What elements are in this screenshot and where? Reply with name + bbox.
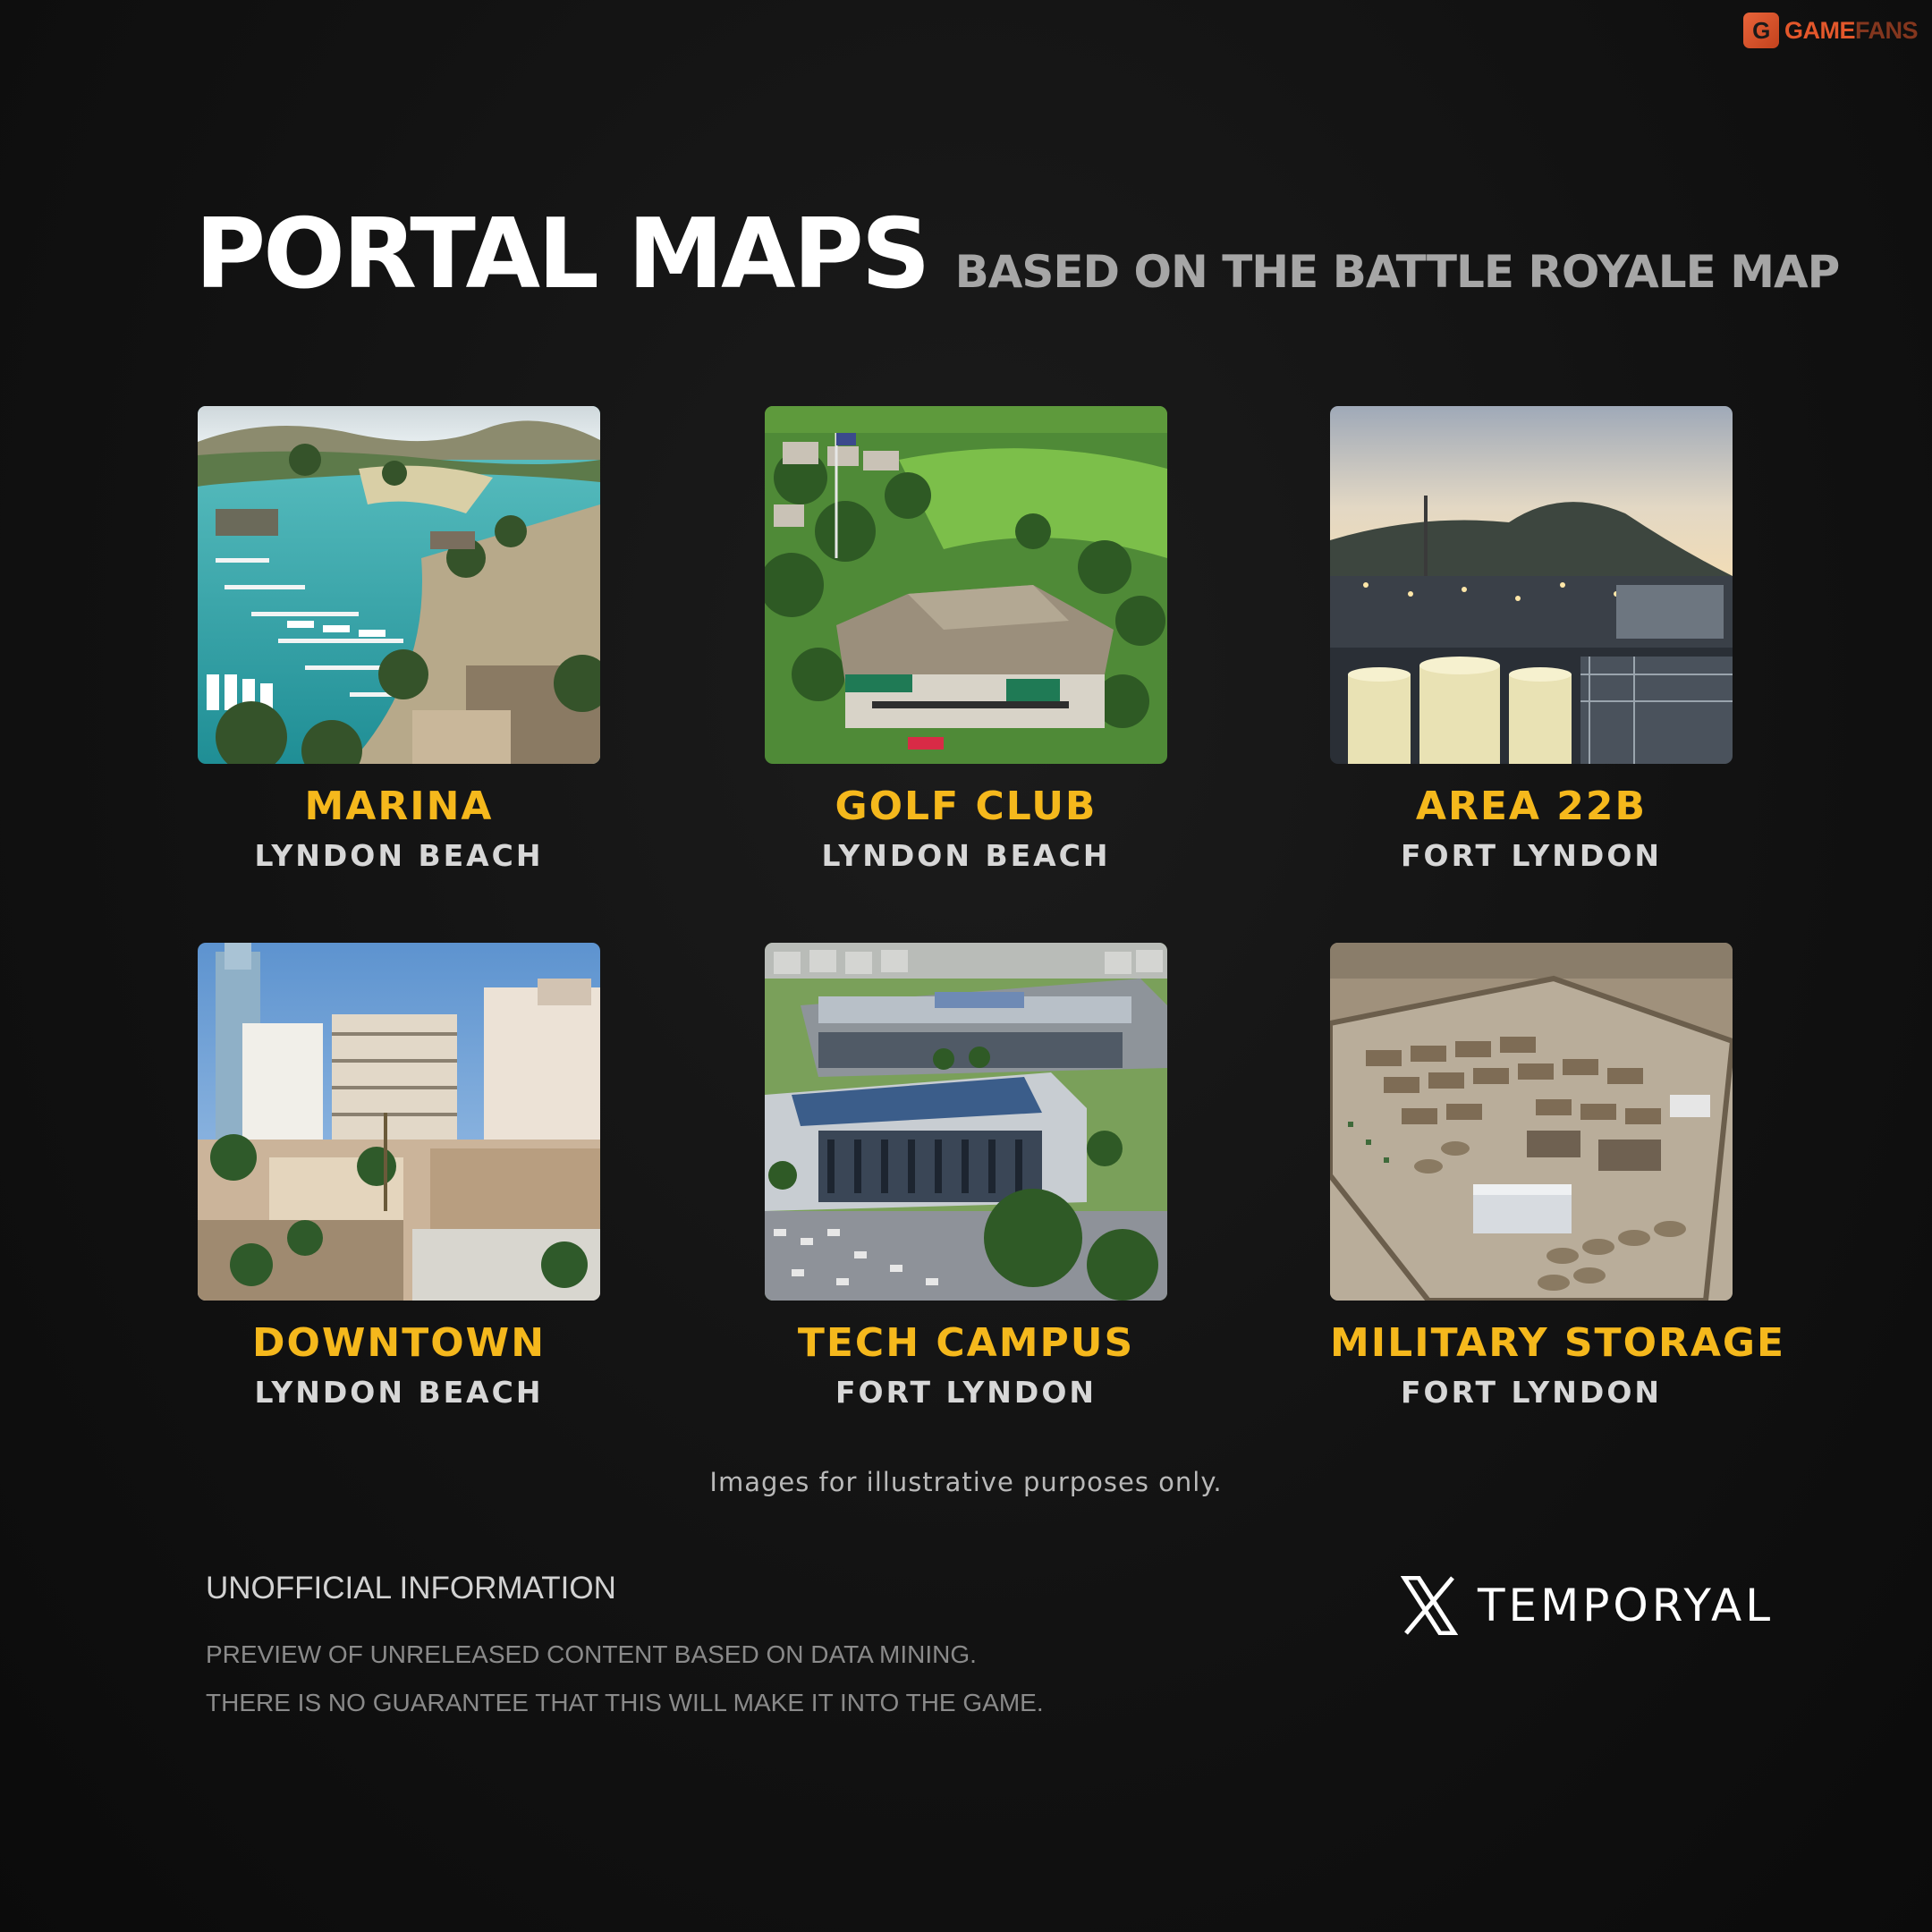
map-card-area-22b: AREA 22B FORT LYNDON [1330,406,1733,873]
brand-part-fans: FANS [1854,16,1919,44]
g-logo-icon: G [1742,13,1779,48]
illustrative-disclaimer: Images for illustrative purposes only. [709,1467,1223,1497]
x-logo-icon [1401,1576,1458,1635]
map-region: LYNDON BEACH [254,1375,544,1410]
map-card-marina: MARINA LYNDON BEACH [198,406,600,873]
map-name: TECH CAMPUS [797,1320,1135,1366]
brand-part-game: GAME [1784,16,1856,44]
map-region: FORT LYNDON [1401,838,1662,873]
author-credit: TEMPORYAL [1401,1576,1774,1635]
golf-club-aerial-photo [765,406,1167,764]
author-handle: TEMPORYAL [1478,1580,1775,1631]
map-card-golf-club: GOLF CLUB LYNDON BEACH [765,406,1167,873]
map-region: LYNDON BEACH [821,838,1111,873]
map-name: GOLF CLUB [835,784,1097,829]
notice-line-2: THERE IS NO GUARANTEE THAT THIS WILL MAK… [206,1689,1044,1716]
map-region: LYNDON BEACH [254,838,544,873]
map-name: MILITARY STORAGE [1330,1320,1786,1366]
marina-aerial-photo [198,406,600,764]
refinery-dusk-photo [1330,406,1733,764]
map-region: FORT LYNDON [835,1375,1097,1410]
map-card-military-storage: MILITARY STORAGE FORT LYNDON [1330,943,1786,1410]
map-name: MARINA [304,784,494,829]
gamefans-logo: G GAME FANS [1742,13,1919,48]
unofficial-heading: UNOFFICIAL INFORMATION [206,1571,616,1606]
downtown-skyline-photo [198,943,600,1301]
notice-line-1: PREVIEW OF UNRELEASED CONTENT BASED ON D… [206,1640,977,1668]
map-card-downtown: DOWNTOWN LYNDON BEACH [198,943,600,1410]
military-base-aerial-photo [1330,943,1733,1301]
map-card-tech-campus: TECH CAMPUS FORT LYNDON [765,943,1167,1410]
page-subtitle: BASED ON THE BATTLE ROYALE MAP [954,246,1841,298]
map-region: FORT LYNDON [1401,1375,1662,1410]
tech-campus-aerial-photo [765,943,1167,1301]
map-name: AREA 22B [1415,784,1648,829]
page-title: PORTAL MAPS [195,199,931,310]
header: PORTAL MAPS BASED ON THE BATTLE ROYALE M… [195,199,1841,310]
map-name: DOWNTOWN [251,1320,547,1366]
